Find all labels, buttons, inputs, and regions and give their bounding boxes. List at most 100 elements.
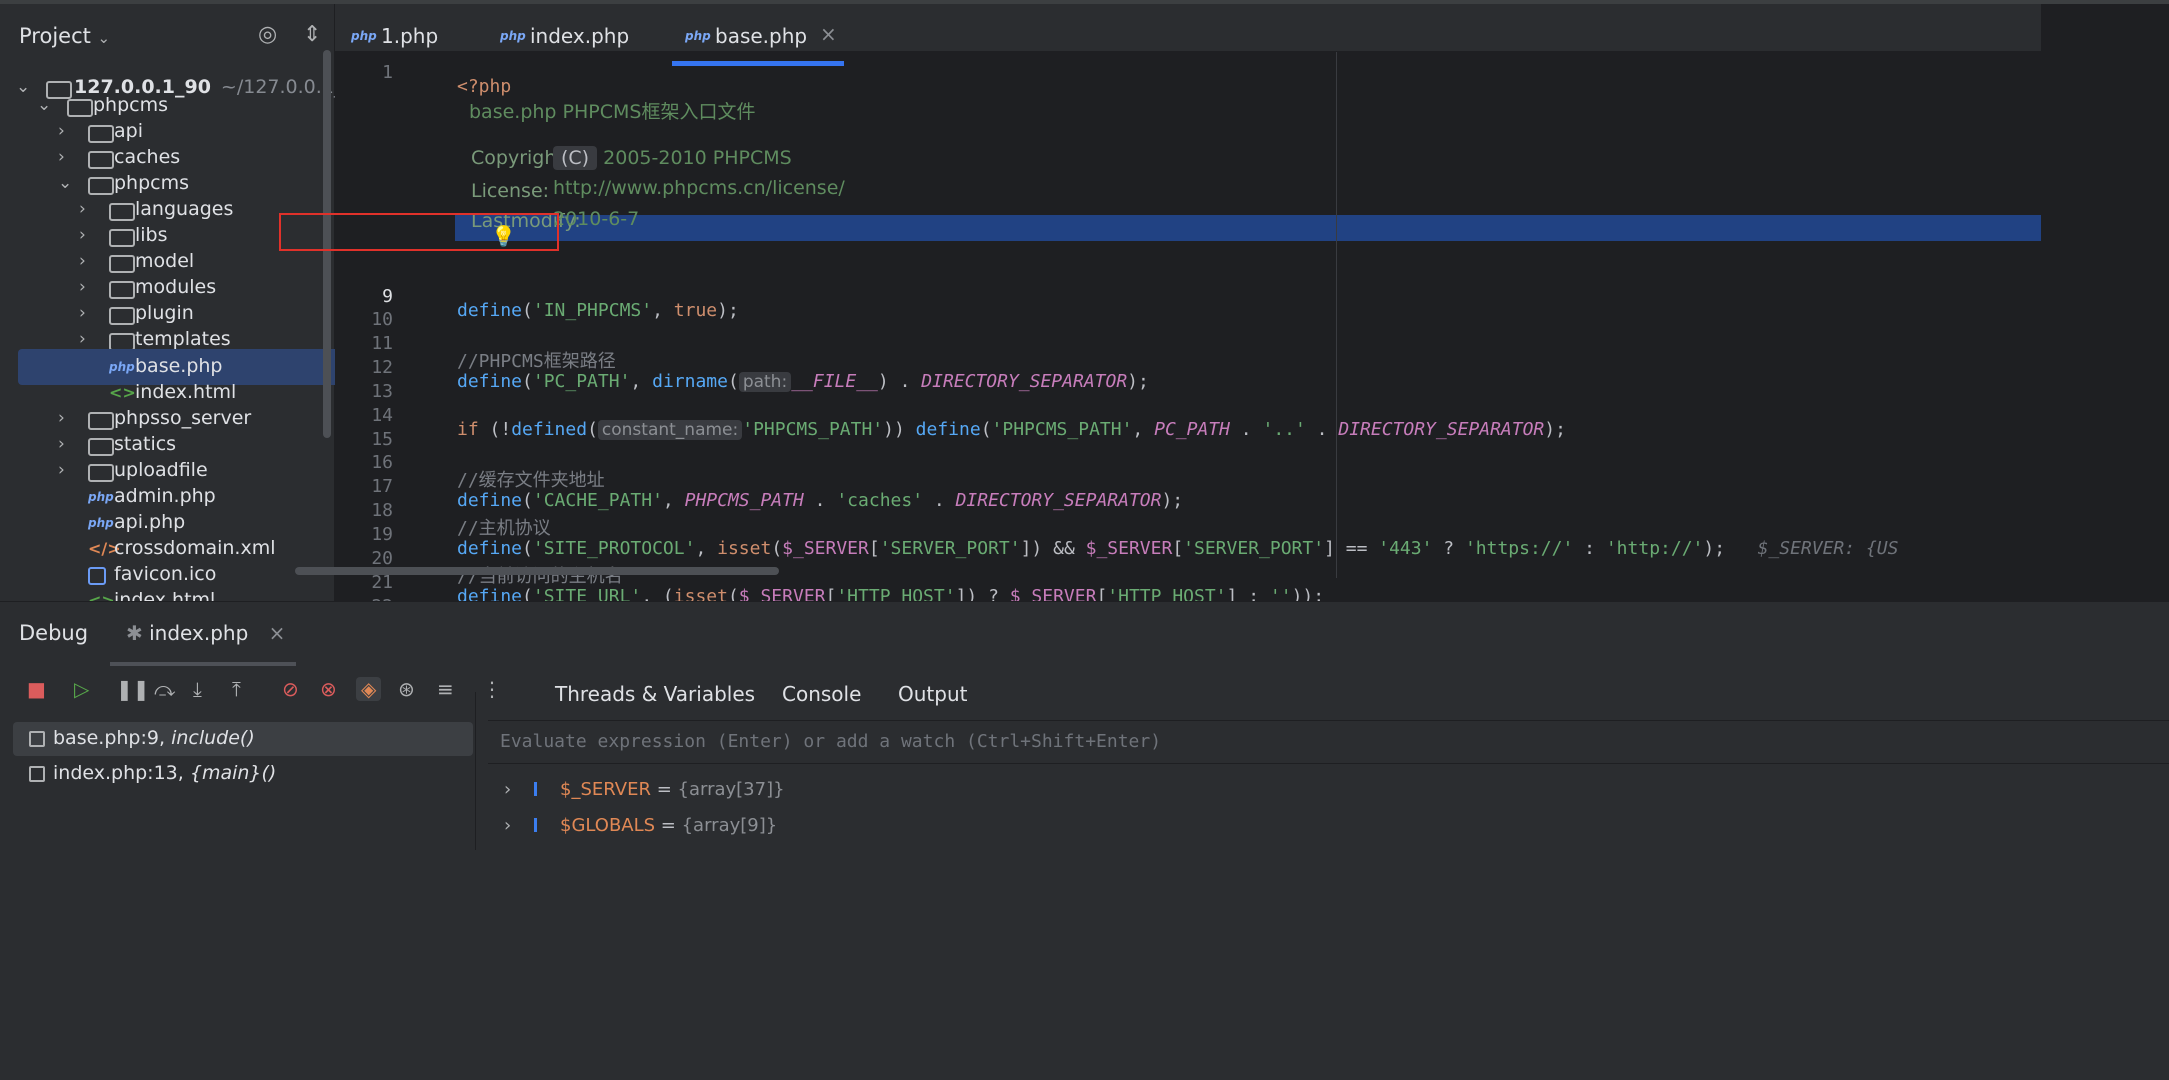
tab-output[interactable]: Output bbox=[898, 682, 967, 706]
tree-item-label: api.php bbox=[114, 510, 186, 533]
editor-horizontal-scrollbar[interactable] bbox=[295, 567, 779, 575]
chevron-down-icon[interactable]: ⌄ bbox=[37, 95, 53, 115]
chevron-down-icon: ⌄ bbox=[97, 29, 111, 47]
stack-frame[interactable]: base.php:9, include() bbox=[13, 722, 473, 756]
project-view-selector[interactable]: Project ⌄ bbox=[19, 24, 110, 48]
step-over-icon[interactable]: ⤼ bbox=[154, 677, 175, 701]
tree-item-label: uploadfile bbox=[114, 458, 208, 481]
tab-base-php[interactable]: php base.php × bbox=[672, 4, 844, 66]
php-file-icon: php bbox=[685, 29, 711, 43]
bug-icon: ✱ bbox=[126, 621, 143, 645]
chevron-right-icon[interactable]: › bbox=[79, 225, 95, 245]
chevron-down-icon[interactable]: ⌄ bbox=[58, 173, 74, 193]
variable-equals: = bbox=[650, 779, 678, 800]
line-number: 20 bbox=[371, 548, 393, 569]
chevron-right-icon[interactable]: › bbox=[504, 779, 511, 800]
chevron-right-icon[interactable]: › bbox=[79, 303, 95, 323]
tab-console[interactable]: Console bbox=[782, 682, 861, 706]
debug-session-label: index.php bbox=[149, 621, 249, 645]
line-number: 9 bbox=[382, 286, 393, 307]
code-line-20[interactable]: //当前访问的主机名 bbox=[457, 562, 623, 588]
code-line-19[interactable]: define('SITE_PROTOCOL', isset($_SERVER['… bbox=[457, 538, 1898, 559]
tab-index-php[interactable]: php index.php bbox=[500, 4, 640, 66]
editor-area: php 1.php php index.php php base.php × 1… bbox=[279, 4, 2169, 654]
close-icon[interactable]: × bbox=[820, 22, 837, 46]
more-settings-icon[interactable]: ⊛ bbox=[398, 677, 415, 701]
tree-item-label: phpcms bbox=[93, 94, 169, 116]
param-hint-constant-name: constant_name: bbox=[597, 420, 743, 440]
doc-license-value[interactable]: http://www.phpcms.cn/license/ bbox=[553, 177, 845, 199]
frame-file: index.php:13, bbox=[53, 762, 184, 784]
doc-title: base.php PHPCMS框架入口文件 bbox=[469, 101, 756, 123]
session-tab-indicator bbox=[110, 662, 296, 666]
chevron-right-icon[interactable]: › bbox=[58, 434, 74, 454]
stack-frame[interactable]: index.php:13, {main}() bbox=[13, 757, 473, 791]
locate-icon[interactable]: ◎ bbox=[258, 22, 277, 47]
chevron-right-icon[interactable]: › bbox=[58, 147, 74, 167]
chevron-right-icon[interactable]: › bbox=[79, 199, 95, 219]
chevron-right-icon[interactable]: › bbox=[79, 329, 95, 349]
chevron-right-icon[interactable]: › bbox=[79, 251, 95, 271]
chevron-right-icon[interactable]: › bbox=[58, 408, 74, 428]
expand-all-icon[interactable]: ⇕ bbox=[303, 22, 321, 47]
pause-icon[interactable]: ❚❚ bbox=[116, 677, 150, 701]
close-icon[interactable]: × bbox=[269, 621, 286, 645]
step-out-icon[interactable]: ⤒ bbox=[232, 677, 241, 701]
tree-item-label: model bbox=[135, 250, 195, 273]
line-number: 12 bbox=[371, 357, 393, 378]
active-tab-indicator bbox=[672, 61, 844, 66]
variable-name: $GLOBALS bbox=[560, 815, 656, 836]
eval-placeholder: Evaluate expression (Enter) or add a wat… bbox=[500, 731, 1162, 752]
break-on-first-line-icon[interactable]: ◈ bbox=[356, 677, 382, 701]
variable-name: $_SERVER bbox=[560, 779, 651, 800]
copyright-badge: (C) bbox=[553, 146, 598, 170]
divider bbox=[475, 692, 476, 850]
step-into-icon[interactable]: ⤓ bbox=[193, 677, 202, 701]
line-number-gutter[interactable]: 191011121314151617181920212223 bbox=[335, 52, 455, 640]
tree-item-label: index.html bbox=[135, 380, 237, 403]
code-line-14[interactable]: if (!defined(constant_name: 'PHPCMS_PATH'… bbox=[457, 419, 1566, 440]
line-number: 17 bbox=[371, 476, 393, 497]
more-actions-kebab-icon[interactable]: ⋮ bbox=[482, 677, 502, 701]
evaluate-expression-input[interactable]: Evaluate expression (Enter) or add a wat… bbox=[488, 720, 2169, 764]
mute-breakpoints-icon[interactable]: ⊗ bbox=[320, 677, 337, 701]
chevron-right-icon[interactable]: › bbox=[504, 815, 511, 836]
code-line-12[interactable]: define('PC_PATH', dirname(path: __FILE__)… bbox=[457, 371, 1149, 392]
line-number: 15 bbox=[371, 429, 393, 450]
project-tool-window: Project ⌄ ◎ ⇕ ✕ ⋮ — ⌄ 127.0.0.1_90~/127.… bbox=[0, 4, 444, 611]
tree-item-label: caches bbox=[114, 146, 181, 169]
chevron-right-icon[interactable]: › bbox=[58, 121, 74, 141]
chevron-right-icon[interactable]: › bbox=[58, 460, 74, 480]
line-number: 10 bbox=[371, 309, 393, 330]
line-number: 16 bbox=[371, 452, 393, 473]
view-breakpoints-icon[interactable]: ⊘ bbox=[282, 677, 299, 701]
frame-icon bbox=[29, 731, 45, 747]
tree-item-label: modules bbox=[135, 276, 217, 299]
tree-item-label: crossdomain.xml bbox=[114, 536, 276, 559]
code-line-16[interactable]: //缓存文件夹地址 bbox=[457, 466, 605, 492]
php-file-icon: php bbox=[351, 29, 377, 43]
variable-value: {array[37]} bbox=[677, 779, 785, 800]
stop-icon[interactable]: ■ bbox=[27, 677, 46, 701]
array-icon bbox=[534, 782, 553, 796]
tree-item-label: phpsso_server bbox=[114, 406, 252, 429]
variable-equals: = bbox=[655, 815, 682, 836]
doc-copyright-value: 2005-2010 PHPCMS bbox=[603, 147, 792, 169]
code-line-18[interactable]: //主机协议 bbox=[457, 514, 551, 540]
debug-session-tab[interactable]: ✱ index.php × bbox=[126, 621, 285, 645]
code-line-11[interactable]: //PHPCMS框架路径 bbox=[457, 347, 616, 373]
tab-threads-variables[interactable]: Threads & Variables bbox=[555, 682, 755, 706]
tree-item-label: base.php bbox=[135, 354, 223, 377]
resume-icon[interactable]: ▷ bbox=[74, 677, 89, 701]
code-line-9[interactable]: define('IN_PHPCMS', true); bbox=[457, 300, 739, 321]
variable-value: {array[9]} bbox=[681, 815, 778, 836]
debug-tool-window: Debug ✱ index.php × ■ ▷ ❚❚ ⤼ ⤓ ⤒ ⊘ ⊗ ◈ ⊛… bbox=[0, 601, 2169, 1080]
tree-item-label: statics bbox=[114, 432, 177, 455]
tab-label: index.php bbox=[530, 24, 630, 48]
tab-label: 1.php bbox=[381, 24, 439, 48]
add-watch-icon[interactable]: ≡ bbox=[437, 677, 454, 701]
chevron-right-icon[interactable]: › bbox=[79, 277, 95, 297]
tree-item-label: admin.php bbox=[114, 484, 216, 507]
line-number: 1 bbox=[382, 62, 393, 83]
code-line-17[interactable]: define('CACHE_PATH', PHPCMS_PATH . 'cach… bbox=[457, 490, 1183, 511]
